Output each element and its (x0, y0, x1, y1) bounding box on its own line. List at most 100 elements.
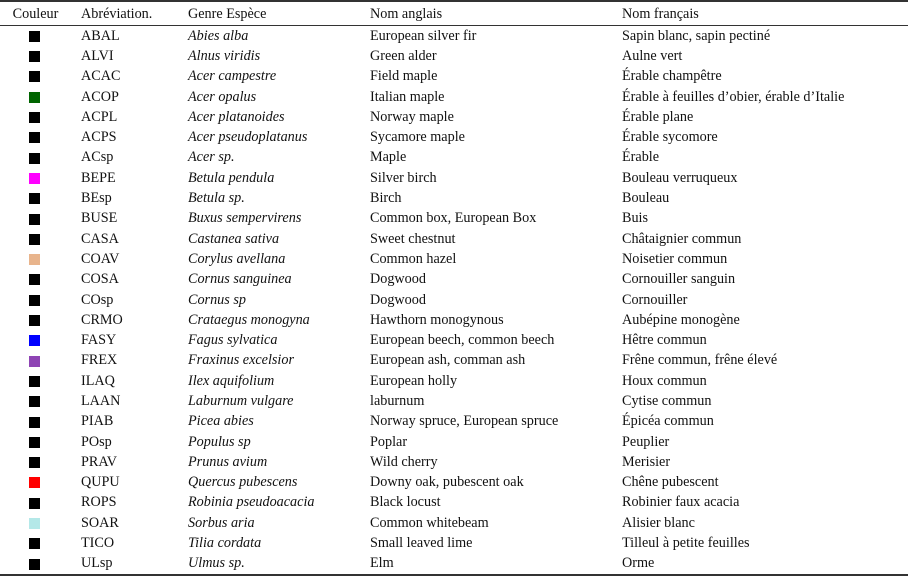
header-abbreviation: Abréviation. (81, 5, 153, 22)
color-swatch-icon (29, 396, 40, 408)
french-name-cell: Cornouiller (622, 291, 688, 308)
abbreviation-cell: PIAB (81, 413, 114, 430)
english-name-cell: Green alder (370, 47, 437, 64)
color-cell (0, 391, 69, 411)
color-cell (0, 452, 69, 472)
table-row: ACOP Acer opalus Italian maple Érable à feu… (0, 87, 908, 107)
english-name-cell: Norway spruce, European spruce (370, 413, 559, 430)
genus-species-cell: Cornus sanguinea (188, 271, 292, 288)
genus-species-cell: Acer pseudoplatanus (188, 129, 308, 146)
abbreviation-cell: QUPU (81, 474, 120, 491)
color-cell (0, 46, 69, 66)
english-name-cell: Silver birch (370, 169, 437, 186)
abbreviation-cell: POsp (81, 433, 112, 450)
english-name-cell: Dogwood (370, 271, 426, 288)
french-name-cell: Sapin blanc, sapin pectiné (622, 27, 771, 44)
english-name-cell: Poplar (370, 433, 408, 450)
french-name-cell: Érable à feuilles d’obier, érable d’Ital… (622, 88, 845, 105)
color-swatch-icon (29, 274, 40, 286)
english-name-cell: European silver fir (370, 27, 477, 44)
english-name-cell: Common whitebeam (370, 514, 489, 531)
color-cell (0, 513, 69, 533)
abbreviation-cell: FASY (81, 332, 117, 349)
english-name-cell: European beech, common beech (370, 332, 555, 349)
color-swatch-icon (29, 538, 40, 550)
genus-species-cell: Picea abies (188, 413, 254, 430)
table-row: ALVI Alnus viridis Green alder Aulne vert (0, 46, 908, 66)
french-name-cell: Houx commun (622, 372, 707, 389)
table-row: COsp Cornus sp Dogwood Cornouiller (0, 290, 908, 310)
english-name-cell: Black locust (370, 494, 441, 511)
genus-species-cell: Populus sp (188, 433, 251, 450)
french-name-cell: Érable plane (622, 108, 694, 125)
color-cell (0, 473, 69, 493)
color-swatch-icon (29, 518, 40, 529)
english-name-cell: Field maple (370, 68, 438, 85)
table-row: SOAR Sorbus aria Common whitebeam Alisier b… (0, 513, 908, 533)
abbreviation-cell: ROPS (81, 494, 117, 511)
color-cell (0, 412, 69, 432)
table-row: PRAV Prunus avium Wild cherry Merisier (0, 452, 908, 472)
english-name-cell: Common box, European Box (370, 210, 537, 227)
color-swatch-icon (29, 315, 40, 327)
color-cell (0, 26, 69, 47)
genus-species-cell: Acer sp. (188, 149, 235, 166)
header-color: Couleur (12, 5, 59, 22)
table-row: BUSE Buxus sempervirens Common box, Europe… (0, 209, 908, 229)
table-row: ILAQ Ilex aquifolium European holly Houx co… (0, 371, 908, 391)
table-header: Couleur Abréviation. Genre Espèce Nom an… (0, 1, 908, 26)
abbreviation-cell: ULsp (81, 555, 113, 572)
color-swatch-icon (29, 436, 40, 448)
color-swatch-icon (29, 457, 40, 469)
english-name-cell: Wild cherry (370, 453, 438, 470)
french-name-cell: Érable champêtre (622, 68, 722, 85)
genus-species-cell: Robinia pseudoacacia (188, 494, 315, 511)
color-swatch-icon (29, 416, 40, 428)
genus-species-cell: Alnus viridis (188, 47, 261, 64)
english-name-cell: Sweet chestnut (370, 230, 456, 247)
abbreviation-cell: FREX (81, 352, 118, 369)
color-swatch-icon (29, 375, 40, 387)
abbreviation-cell: CRMO (81, 311, 123, 328)
abbreviation-cell: BEPE (81, 169, 116, 186)
genus-species-cell: Acer opalus (188, 88, 257, 105)
french-name-cell: Hêtre commun (622, 332, 707, 349)
genus-species-cell: Buxus sempervirens (188, 210, 302, 227)
french-name-cell: Peuplier (622, 433, 670, 450)
english-name-cell: Maple (370, 149, 407, 166)
abbreviation-cell: ALVI (81, 47, 114, 64)
english-name-cell: laburnum (370, 392, 425, 409)
abbreviation-cell: COAV (81, 250, 120, 267)
french-name-cell: Châtaignier commun (622, 230, 742, 247)
genus-species-cell: Betula pendula (188, 169, 275, 186)
english-name-cell: Sycamore maple (370, 129, 465, 146)
abbreviation-cell: TICO (81, 535, 115, 552)
abbreviation-cell: LAAN (81, 392, 121, 409)
color-cell (0, 432, 69, 452)
english-name-cell: Small leaved lime (370, 535, 473, 552)
table-row: BEsp Betula sp. Birch Bouleau (0, 188, 908, 208)
french-name-cell: Épicéa commun (622, 413, 714, 430)
color-cell (0, 127, 69, 147)
color-swatch-icon (29, 91, 40, 103)
french-name-cell: Cytise commun (622, 392, 712, 409)
color-swatch-icon (29, 477, 40, 489)
table-row: CRMO Crataegus monogyna Hawthorn monogynou… (0, 310, 908, 330)
abbreviation-cell: ACPS (81, 129, 117, 146)
color-cell (0, 209, 69, 229)
color-cell (0, 87, 69, 107)
genus-species-cell: Fraxinus excelsior (188, 352, 294, 369)
color-cell (0, 67, 69, 87)
table-row: ACsp Acer sp. Maple Érable (0, 148, 908, 168)
abbreviation-cell: CASA (81, 230, 119, 247)
genus-species-cell: Castanea sativa (188, 230, 280, 247)
color-swatch-icon (29, 30, 40, 42)
abbreviation-cell: COSA (81, 271, 119, 288)
genus-species-cell: Quercus pubescens (188, 474, 298, 491)
genus-species-cell: Ilex aquifolium (188, 372, 275, 389)
color-cell (0, 168, 69, 188)
color-swatch-icon (29, 132, 40, 144)
abbreviation-cell: ACOP (81, 88, 119, 105)
genus-species-cell: Sorbus aria (188, 514, 255, 531)
french-name-cell: Tilleul à petite feuilles (622, 535, 750, 552)
